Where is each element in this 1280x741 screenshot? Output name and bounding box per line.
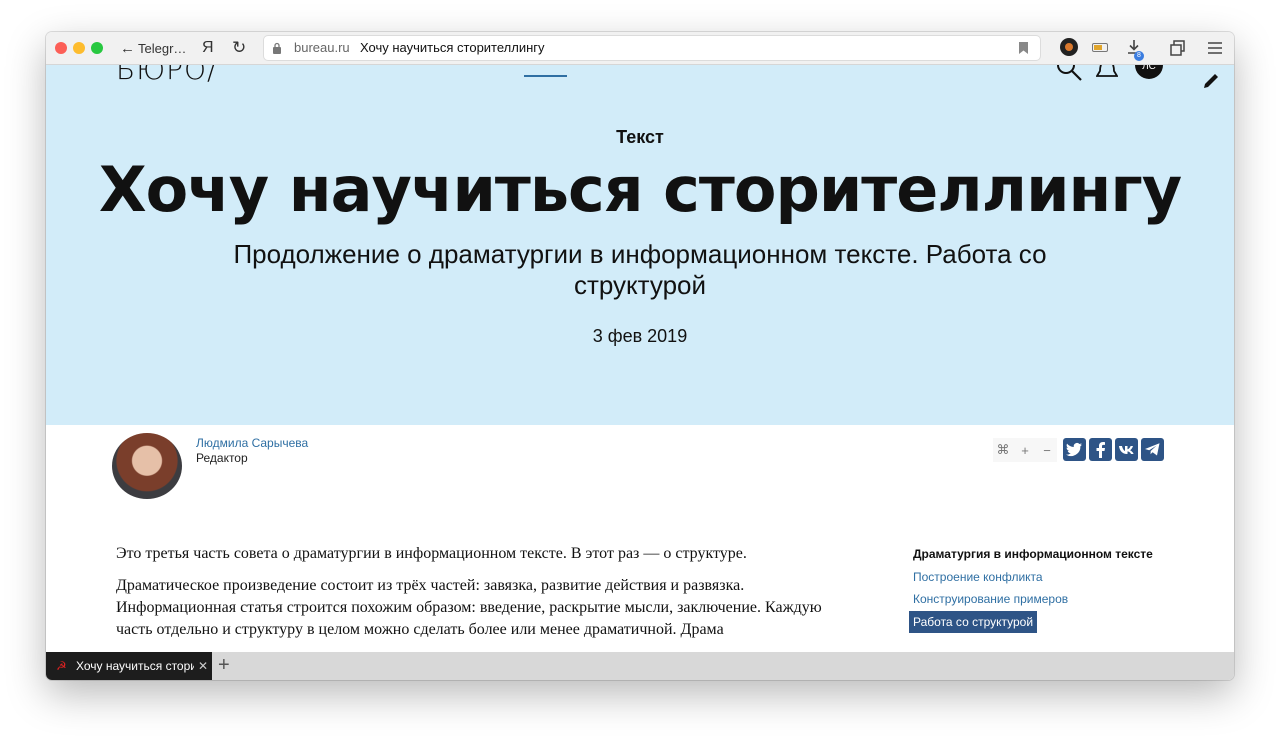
toc-title[interactable]: Драматургия в информационном тексте <box>913 547 1153 561</box>
facebook-icon <box>1096 442 1105 458</box>
article-body: Это третья часть совета о драматургии в … <box>116 543 836 651</box>
site-logo[interactable]: БЮРО/ <box>116 65 217 86</box>
yandex-button[interactable]: Я <box>202 32 216 64</box>
zoom-window-button[interactable] <box>91 42 103 54</box>
toc-item-examples[interactable]: Конструирование примеров <box>913 592 1068 606</box>
minimize-window-button[interactable] <box>73 42 85 54</box>
search-icon[interactable] <box>1056 65 1084 81</box>
share-twitter-button[interactable] <box>1063 438 1086 461</box>
url-domain: bureau.ru <box>294 40 350 55</box>
font-decrease-button[interactable]: − <box>1037 443 1057 458</box>
author-role: Редактор <box>196 451 248 465</box>
share-telegram-button[interactable] <box>1141 438 1164 461</box>
tab-bar: ☭ Хочу научиться сторителлингу ✕ + <box>46 652 1234 680</box>
vk-icon <box>1119 446 1134 454</box>
article-paragraph: Это третья часть совета о драматургии в … <box>116 545 747 562</box>
collections-icon[interactable] <box>1170 40 1186 56</box>
author-photo[interactable] <box>112 433 182 499</box>
download-count-badge: 8 <box>1134 51 1144 61</box>
downloads-button[interactable]: 8 <box>1126 39 1144 61</box>
pencil-icon[interactable] <box>1202 72 1220 90</box>
article-title: Хочу научиться сторителлингу <box>98 153 1182 226</box>
article-date: 3 фев 2019 <box>592 326 688 346</box>
nav-active-underline <box>524 75 567 77</box>
new-tab-button[interactable]: + <box>218 654 230 677</box>
address-bar[interactable]: bureau.ru Хочу научиться сторителлингу <box>264 36 1040 60</box>
lock-icon <box>273 42 281 54</box>
arrow-left-icon: ← <box>120 39 135 57</box>
font-increase-button[interactable]: + <box>1015 443 1035 458</box>
hammer-sickle-favicon-icon: ☭ <box>56 659 67 673</box>
camera-extension-icon[interactable] <box>1060 38 1078 56</box>
tab-title: Хочу научиться сторителлингу <box>76 659 194 673</box>
close-tab-icon[interactable]: ✕ <box>198 659 208 673</box>
reload-icon[interactable]: ↻ <box>232 32 250 64</box>
share-vk-button[interactable] <box>1115 438 1138 461</box>
share-facebook-button[interactable] <box>1089 438 1112 461</box>
url-page-title: Хочу научиться сторителлингу <box>360 40 545 55</box>
article-rubric[interactable]: Текст <box>46 127 1234 148</box>
cmd-icon[interactable]: ⌘ <box>993 442 1013 458</box>
telegram-icon <box>1145 443 1160 456</box>
text-size-tools: ⌘ + − <box>993 438 1057 462</box>
article-hero: БЮРО/ ЛС Текст Хочу научиться сторителли… <box>46 65 1234 425</box>
article-paragraph: Драматическое произведение состоит из тр… <box>116 577 822 638</box>
browser-window: ← Telegr… Я ↻ bureau.ru Хочу научиться с… <box>46 32 1234 680</box>
notifications-icon[interactable] <box>1096 65 1118 81</box>
twitter-icon <box>1066 442 1082 457</box>
toc-item-conflict[interactable]: Построение конфликта <box>913 570 1043 584</box>
toc-item-structure[interactable]: Работа со структурой <box>909 611 1038 633</box>
page-content: БЮРО/ ЛС Текст Хочу научиться сторителли… <box>46 65 1234 652</box>
back-button[interactable]: ← Telegr… <box>120 32 186 64</box>
battery-extension-icon[interactable] <box>1092 43 1108 52</box>
back-button-label: Telegr… <box>138 40 187 56</box>
hamburger-menu-icon[interactable] <box>1208 42 1222 54</box>
close-window-button[interactable] <box>55 42 67 54</box>
user-avatar[interactable]: ЛС <box>1135 65 1163 79</box>
tab-active[interactable]: ☭ Хочу научиться сторителлингу ✕ <box>46 652 212 680</box>
article-subtitle: Продолжение о драматургии в информационн… <box>233 239 1047 300</box>
browser-toolbar: ← Telegr… Я ↻ bureau.ru Хочу научиться с… <box>46 32 1234 65</box>
author-name-link[interactable]: Людмила Сарычева <box>196 436 308 450</box>
bookmark-icon[interactable] <box>1019 42 1028 54</box>
